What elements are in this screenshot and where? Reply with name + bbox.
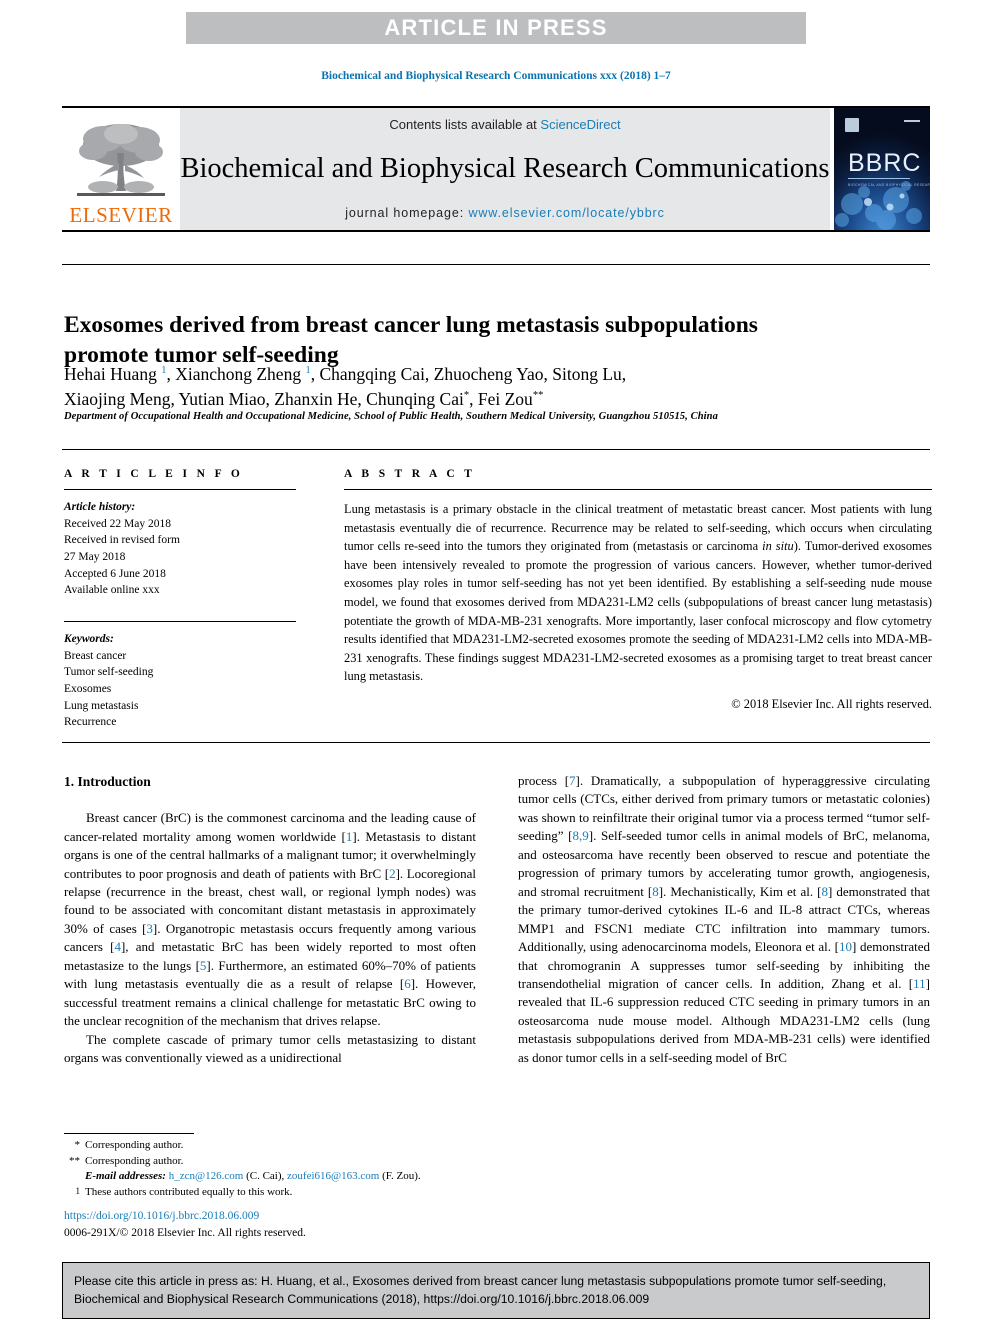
- author-list: Hehai Huang 1, Xianchong Zheng 1, Changq…: [64, 362, 854, 413]
- author-hehai-huang: Hehai Huang: [64, 364, 162, 384]
- article-history-label: Article history:: [64, 501, 136, 513]
- abstract-part-2: ). Tumor-derived exosomes have been inte…: [344, 539, 933, 684]
- journal-masthead: ELSEVIER Contents lists available at Sci…: [62, 106, 930, 232]
- keyword-item: Breast cancer: [64, 649, 127, 662]
- footnote-email-spacer: [64, 1169, 80, 1185]
- article-info-column: A R T I C L E I N F O Article history: R…: [64, 468, 296, 731]
- footnote-emails: E-mail addresses: h_zcn@126.com (C. Cai)…: [64, 1169, 484, 1185]
- abstract-heading: A B S T R A C T: [344, 468, 476, 480]
- citation-notice-text: Please cite this article in press as: H.…: [74, 1274, 887, 1307]
- footnote-equal-contribution: 1 These authors contributed equally to t…: [64, 1185, 484, 1201]
- author-xianchong-zheng: , Xianchong Zheng: [166, 364, 306, 384]
- abstract-rule: [344, 489, 932, 490]
- citation-notice-box: Please cite this article in press as: H.…: [62, 1262, 930, 1319]
- history-item: Received 22 May 2018: [64, 517, 171, 530]
- article-info-heading: A R T I C L E I N F O: [64, 468, 244, 480]
- authors-line2: Xiaojing Meng, Yutian Miao, Zhanxin He, …: [64, 389, 464, 410]
- citation-ref-11[interactable]: 11: [913, 976, 926, 991]
- body-divider: [62, 742, 930, 743]
- author-mark-corresponding-2[interactable]: **: [533, 391, 544, 402]
- intro-left-column: 1. Introduction Breast cancer (BrC) is t…: [64, 772, 476, 1068]
- email-link-cai[interactable]: h_zcn@126.com: [169, 1170, 244, 1182]
- footnote-corresponding-1: * Corresponding author.: [64, 1138, 484, 1154]
- footnote-divider: [64, 1133, 194, 1134]
- email-owner-zou: (F. Zou).: [379, 1170, 421, 1183]
- abstract-column: A B S T R A C T Lung metastasis is a pri…: [344, 468, 932, 712]
- author-fei-zou: , Fei Zou: [469, 389, 533, 410]
- article-info-rule: [64, 489, 296, 490]
- footnote-email-line: E-mail addresses: h_zcn@126.com (C. Cai)…: [85, 1169, 421, 1185]
- keywords-block: Keywords: Breast cancer Tumor self-seedi…: [64, 621, 296, 731]
- article-history-block: Article history: Received 22 May 2018 Re…: [64, 499, 296, 599]
- footnotes-block: * Corresponding author. ** Corresponding…: [64, 1138, 484, 1200]
- elsevier-tree-icon: [73, 119, 169, 205]
- email-link-zou[interactable]: zoufei616@163.com: [287, 1170, 379, 1182]
- intro-r-a: process [: [518, 773, 570, 788]
- history-item: Available online xxx: [64, 584, 160, 597]
- authors-rest-line1: , Changqing Cai, Zhuocheng Yao, Sitong L…: [310, 364, 627, 384]
- article-in-press-banner: ARTICLE IN PRESS: [186, 12, 806, 44]
- intro-right-column: process [7]. Dramatically, a subpopulati…: [518, 772, 930, 1067]
- keywords-label: Keywords:: [64, 633, 114, 646]
- keyword-item: Recurrence: [64, 716, 117, 729]
- intro-paragraph-2-cont: process [7]. Dramatically, a subpopulati…: [518, 772, 930, 1067]
- history-item: Accepted 6 June 2018: [64, 567, 166, 580]
- masthead-center: Contents lists available at ScienceDirec…: [180, 108, 830, 230]
- homepage-label: journal homepage:: [345, 206, 469, 220]
- history-item: 27 May 2018: [64, 551, 126, 564]
- footnote-text-equal-contribution: These authors contributed equally to thi…: [85, 1185, 293, 1198]
- sciencedirect-link[interactable]: ScienceDirect: [540, 117, 620, 132]
- affiliation: Department of Occupational Health and Oc…: [64, 411, 718, 422]
- intro-paragraph-2: The complete cascade of primary tumor ce…: [64, 1031, 476, 1066]
- email-addresses-label: E-mail addresses:: [85, 1170, 166, 1183]
- elsevier-logo[interactable]: ELSEVIER: [62, 108, 180, 230]
- citation-ref-8-9[interactable]: 8,9: [572, 828, 588, 843]
- email-owner-cai: (C. Cai),: [243, 1170, 288, 1183]
- running-head: Biochemical and Biophysical Research Com…: [321, 70, 671, 82]
- journal-title: Biochemical and Biophysical Research Com…: [180, 153, 830, 185]
- citation-ref-10[interactable]: 10: [839, 939, 852, 954]
- homepage-url-link[interactable]: www.elsevier.com/locate/ybbrc: [468, 206, 664, 220]
- section-title-introduction: 1. Introduction: [64, 774, 151, 789]
- info-divider: [62, 449, 930, 450]
- article-in-press-label: ARTICLE IN PRESS: [384, 15, 608, 40]
- footnote-mark-star: *: [74, 1139, 81, 1151]
- keyword-item: Tumor self-seeding: [64, 666, 154, 679]
- elsevier-wordmark: ELSEVIER: [69, 203, 173, 227]
- svg-text:BBRC: BBRC: [848, 149, 921, 177]
- abstract-copyright: © 2018 Elsevier Inc. All rights reserved…: [731, 697, 932, 712]
- contents-prefix: Contents lists available at: [389, 117, 541, 132]
- abstract-italic-insitu: in situ: [762, 539, 794, 554]
- page-title: Exosomes derived from breast cancer lung…: [64, 311, 758, 368]
- intro-paragraph-1: Breast cancer (BrC) is the commonest car…: [64, 809, 476, 1030]
- footnote-corresponding-2: ** Corresponding author.: [64, 1154, 484, 1170]
- abstract-text: Lung metastasis is a primary obstacle in…: [344, 500, 932, 686]
- issn-copyright-line: 0006-291X/© 2018 Elsevier Inc. All right…: [64, 1227, 306, 1240]
- keyword-item: Lung metastasis: [64, 699, 139, 712]
- footnote-mark-double-star: **: [69, 1154, 80, 1167]
- journal-cover-image: BBRC BIOCHEMICAL AND BIOPHYSICAL RESEARC…: [834, 108, 930, 230]
- keyword-item: Exosomes: [64, 683, 112, 696]
- doi-block: https://doi.org/10.1016/j.bbrc.2018.06.0…: [64, 1208, 524, 1243]
- contents-list-line: Contents lists available at ScienceDirec…: [389, 117, 620, 132]
- intro-r-d: ]. Mechanistically, Kim et al. [: [658, 883, 822, 899]
- journal-homepage-line: journal homepage: www.elsevier.com/locat…: [345, 206, 665, 220]
- svg-text:BIOCHEMICAL AND BIOPHYSICAL RE: BIOCHEMICAL AND BIOPHYSICAL RESEARCH: [848, 183, 930, 187]
- footnote-text-corresponding-1: Corresponding author.: [85, 1139, 184, 1151]
- title-divider: [62, 264, 930, 265]
- history-item: Received in revised form: [64, 534, 180, 547]
- footnote-text-corresponding-2: Corresponding author.: [85, 1154, 184, 1167]
- doi-link[interactable]: https://doi.org/10.1016/j.bbrc.2018.06.0…: [64, 1208, 524, 1225]
- footnote-mark-one: 1: [75, 1185, 81, 1196]
